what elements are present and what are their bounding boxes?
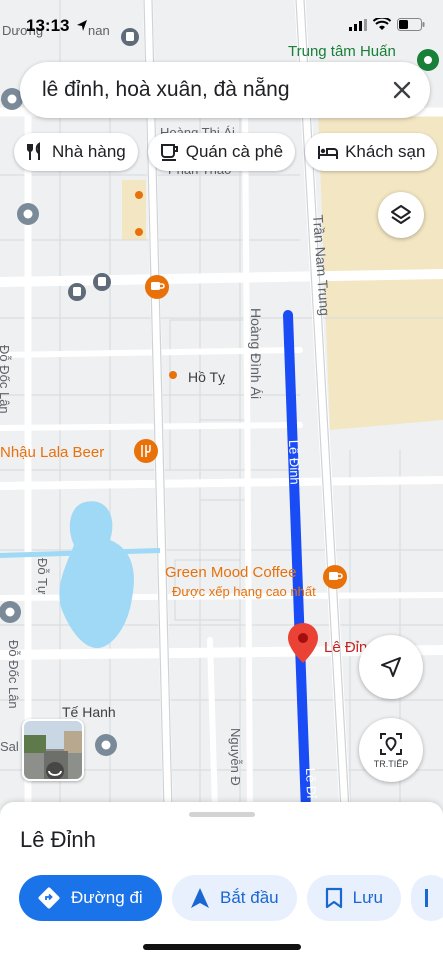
street-label: Nguyễn Đ — [228, 728, 243, 786]
chip-hotels[interactable]: Khách sạn — [305, 133, 438, 171]
hotel-icon — [318, 146, 339, 159]
battery-icon — [397, 18, 425, 31]
status-bar: 13:13 — [0, 0, 443, 52]
poi-dot[interactable] — [135, 228, 143, 236]
poi-dot[interactable] — [135, 191, 143, 199]
navigation-arrow-icon — [191, 888, 209, 908]
street-label: Tế Hanh — [62, 704, 116, 720]
coffee-poi-icon[interactable] — [323, 565, 347, 589]
search-input[interactable]: lê đỉnh, hoà xuân, đà nẵng — [20, 78, 374, 102]
gray-poi-icon[interactable] — [17, 203, 39, 225]
search-bar[interactable]: lê đỉnh, hoà xuân, đà nẵng — [20, 62, 430, 118]
street-view-thumbnail[interactable] — [22, 719, 84, 781]
signal-icon — [349, 18, 367, 31]
street-label: Đỗ Đốc Lân — [0, 345, 12, 414]
route-street-label: Lê Đỉ — [303, 768, 319, 799]
directions-label: Đường đi — [71, 888, 143, 907]
poi-dot[interactable] — [169, 371, 177, 379]
layers-icon — [391, 205, 411, 224]
poi-label[interactable]: Green Mood Coffee — [165, 564, 296, 581]
gray-poi-icon[interactable] — [95, 734, 117, 756]
chip-restaurants[interactable]: Nhà hàng — [14, 133, 138, 171]
more-icon — [424, 889, 428, 907]
save-label: Lưu — [352, 888, 383, 907]
save-button[interactable]: Lưu — [306, 875, 401, 921]
street-label: Sal — [0, 739, 19, 754]
directions-button[interactable]: Đường đi — [19, 875, 162, 921]
chip-label: Khách sạn — [345, 142, 426, 161]
street-label: Hoàng Đình Ái — [248, 308, 264, 399]
category-chips: Nhà hàng Quán cà phê Khách sạn — [14, 133, 438, 171]
recenter-pin-icon — [380, 733, 402, 755]
coffee-icon — [160, 144, 178, 161]
home-indicator — [143, 944, 301, 950]
close-icon — [393, 81, 411, 99]
more-actions-button[interactable] — [410, 875, 443, 921]
clear-search-button[interactable] — [374, 62, 430, 118]
street-view-image — [24, 721, 82, 779]
start-label: Bắt đầu — [220, 888, 279, 907]
chip-coffee[interactable]: Quán cà phê — [147, 133, 296, 171]
start-button[interactable]: Bắt đầu — [172, 875, 297, 921]
coffee-poi-icon[interactable] — [145, 275, 169, 299]
bus-stop-icon[interactable] — [93, 273, 111, 291]
wifi-icon — [373, 18, 391, 30]
next-button[interactable]: TR.TIẾP — [359, 718, 423, 782]
restaurant-poi-icon[interactable] — [134, 439, 158, 463]
gray-poi-icon[interactable] — [0, 601, 21, 623]
bus-stop-icon[interactable] — [68, 283, 86, 301]
my-location-button[interactable] — [359, 635, 423, 699]
chip-label: Quán cà phê — [185, 142, 284, 161]
chip-label: Nhà hàng — [52, 142, 126, 161]
navigation-arrow-icon — [381, 657, 401, 677]
poi-rating-label: Được xếp hạng cao nhất — [172, 584, 316, 599]
poi-label[interactable]: Nhậu Lala Beer — [0, 444, 104, 461]
restaurant-icon — [27, 142, 40, 160]
route-street-label: Lê Đỉnh — [286, 440, 303, 485]
street-label: Đỗ Đốc Lân — [6, 640, 21, 709]
status-time: 13:13 — [26, 16, 70, 35]
bookmark-icon — [325, 887, 342, 909]
status-icons — [349, 18, 425, 31]
next-label: TR.TIẾP — [373, 759, 409, 769]
directions-icon — [38, 887, 60, 909]
location-arrow-icon — [77, 20, 87, 31]
layers-button[interactable] — [378, 192, 424, 238]
street-label: Đỗ Tự — [35, 558, 50, 595]
place-title: Lê Đỉnh — [20, 827, 96, 852]
street-label: Hồ Tỵ — [188, 369, 225, 385]
sheet-handle[interactable] — [189, 812, 255, 817]
action-buttons: Đường đi Bắt đầu Lưu — [19, 875, 443, 921]
